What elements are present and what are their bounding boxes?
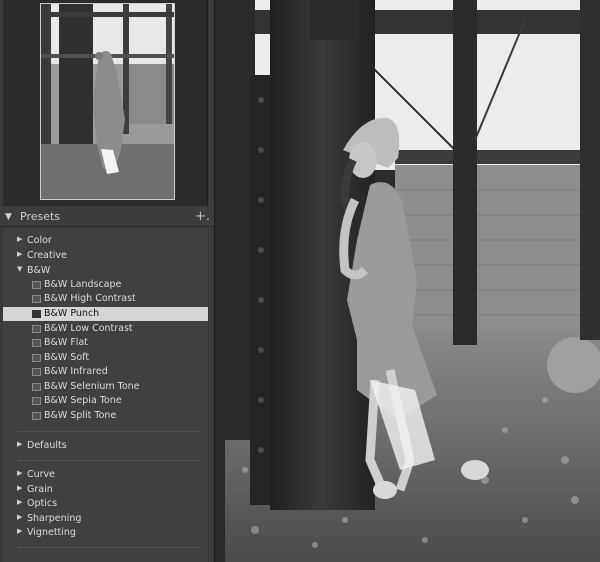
preset-item-selected[interactable]: B&W Punch [3,307,208,321]
folder-label: Sharpening [27,513,82,524]
collapsed-arrow-icon: ▶ [17,235,23,243]
photo-preview [225,0,600,562]
thumbnail-image [41,4,174,199]
preset-label: B&W Sepia Tone [44,395,122,406]
left-panel: ▼ Presets +. ▶ Color ▶ Creative ▼ B&W B&… [0,0,214,562]
folder-label: Optics [27,498,58,509]
preset-item[interactable]: B&W Soft [3,351,208,365]
preset-icon [32,281,41,289]
preset-folder-bw[interactable]: ▼ B&W [3,264,208,278]
preset-label: B&W Soft [44,352,90,363]
preset-label: B&W Flat [44,337,88,348]
folder-label: B&W [27,265,51,276]
folder-label: Defaults [27,440,67,451]
collapsed-arrow-icon: ▶ [17,440,23,448]
divider [17,460,201,461]
preset-list: ▶ Color ▶ Creative ▼ B&W B&W Landscape B… [3,228,208,562]
collapse-triangle-icon[interactable]: ▼ [5,212,12,222]
preset-folder-color[interactable]: ▶ Color [3,234,208,248]
preset-folder-sharpening[interactable]: ▶ Sharpening [3,512,208,526]
preset-folder-grain[interactable]: ▶ Grain [3,483,208,497]
preset-item[interactable]: B&W Infrared [3,365,208,379]
preset-icon [32,339,41,347]
preset-label: B&W Low Contrast [44,323,133,334]
folder-label: Curve [27,469,56,480]
divider [17,431,201,432]
collapsed-arrow-icon: ▶ [17,527,23,535]
preset-folder-vignetting[interactable]: ▶ Vignetting [3,526,208,540]
collapsed-arrow-icon: ▶ [17,469,23,477]
folder-label: Color [27,235,52,246]
preset-label: B&W Landscape [44,279,122,290]
preset-item[interactable]: B&W Landscape [3,278,208,292]
preset-label: B&W Infrared [44,366,108,377]
navigator-thumbnail[interactable] [40,3,175,200]
expanded-arrow-icon: ▼ [17,265,23,273]
preset-folder-curve[interactable]: ▶ Curve [3,468,208,482]
divider [17,547,201,548]
navigator-panel [3,0,208,206]
preset-item[interactable]: B&W Split Tone [3,409,208,423]
presets-header[interactable]: ▼ Presets +. [0,207,214,227]
preset-item[interactable]: B&W Low Contrast [3,322,208,336]
preset-icon [32,412,41,420]
collapsed-arrow-icon: ▶ [17,484,23,492]
panel-divider[interactable] [214,0,225,562]
preset-item[interactable]: B&W Sepia Tone [3,394,208,408]
folder-label: Grain [27,484,53,495]
collapsed-arrow-icon: ▶ [17,250,23,258]
preset-folder-optics[interactable]: ▶ Optics [3,497,208,511]
preset-icon [32,383,41,391]
preset-item[interactable]: B&W Flat [3,336,208,350]
preset-folder-creative[interactable]: ▶ Creative [3,249,208,263]
preset-label: B&W Selenium Tone [44,381,140,392]
add-preset-icon[interactable]: +. [195,209,210,224]
presets-title: Presets [20,210,61,223]
preset-icon [32,368,41,376]
preset-item[interactable]: B&W Selenium Tone [3,380,208,394]
preset-label: B&W Punch [44,308,100,319]
preset-icon [32,397,41,405]
main-image-view[interactable] [225,0,600,562]
preset-label: B&W High Contrast [44,293,136,304]
preset-icon [32,325,41,333]
collapsed-arrow-icon: ▶ [17,498,23,506]
preset-item[interactable]: B&W High Contrast [3,292,208,306]
folder-label: Vignetting [27,527,76,538]
preset-icon [32,295,41,303]
folder-label: Creative [27,250,67,261]
preset-icon [32,354,41,362]
preset-folder-defaults[interactable]: ▶ Defaults [3,439,208,453]
collapsed-arrow-icon: ▶ [17,513,23,521]
preset-label: B&W Split Tone [44,410,117,421]
preset-icon [32,310,41,318]
